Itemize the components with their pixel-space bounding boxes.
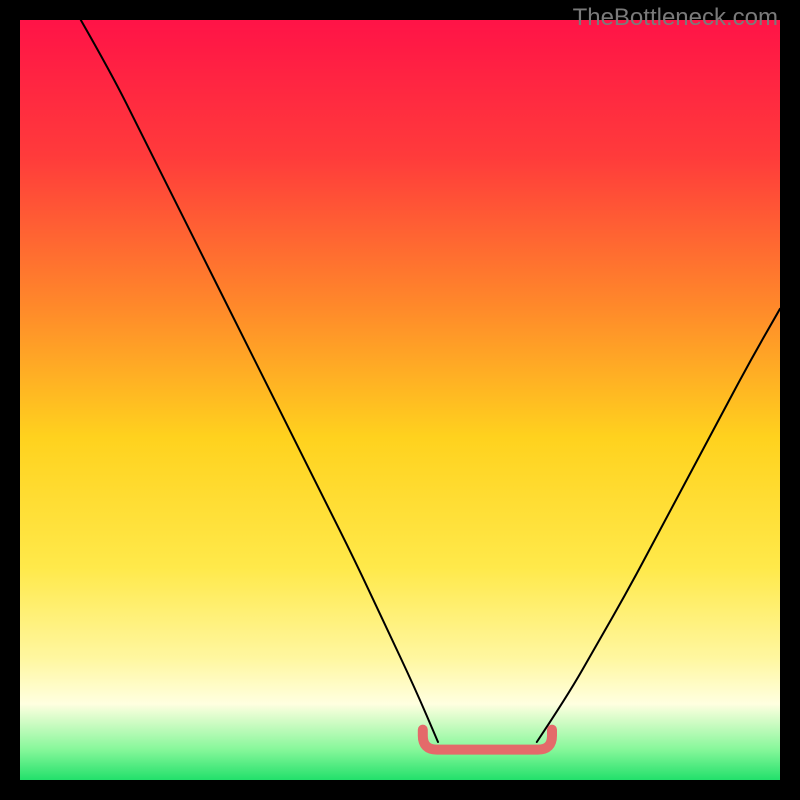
- heat-background: [20, 20, 780, 780]
- chart-frame: [20, 20, 780, 780]
- bottleneck-chart: [20, 20, 780, 780]
